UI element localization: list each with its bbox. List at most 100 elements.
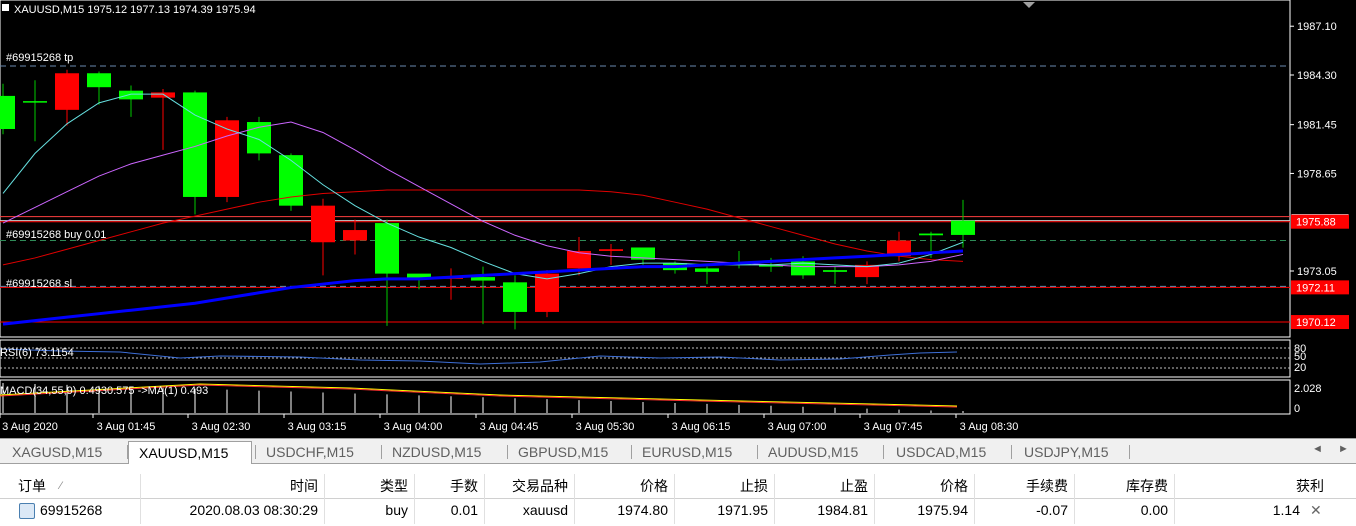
price-axis-label: 1987.10 <box>1297 21 1337 33</box>
candle-body[interactable] <box>471 277 495 281</box>
order-current-price: 1975.94 <box>917 502 968 518</box>
order-volume: 0.01 <box>450 502 478 518</box>
col-header-commission[interactable]: 手续费 <box>980 474 1068 498</box>
tab-gbpusd[interactable]: GBPUSD,M15 <box>508 441 618 463</box>
macd-axis-top: 2.028 <box>1294 383 1322 395</box>
candle-body[interactable] <box>183 92 207 197</box>
time-axis-label: 3 Aug 05:30 <box>576 421 635 433</box>
candle-body[interactable] <box>951 220 975 235</box>
symbol-marker-icon <box>2 4 9 11</box>
tab-nzdusd[interactable]: NZDUSD,M15 <box>382 441 491 463</box>
tab-usdcad[interactable]: USDCAD,M15 <box>886 441 996 463</box>
tab-scroll-right-icon[interactable]: ► <box>1338 443 1349 455</box>
rsi-label: RSI(6) 73.1154 <box>0 347 74 359</box>
col-header-sl[interactable]: 止损 <box>680 474 768 498</box>
tab-usdjpy[interactable]: USDJPY,M15 <box>1014 441 1119 463</box>
time-axis-label: 3 Aug 07:00 <box>768 421 827 433</box>
order-type: buy <box>385 502 408 518</box>
col-divider <box>140 474 141 524</box>
price-axis-label: 1978.65 <box>1297 168 1337 180</box>
rsi-axis-20: 20 <box>1294 362 1306 374</box>
col-divider <box>574 474 575 524</box>
order-ticket: 69915268 <box>40 502 103 518</box>
col-header-time[interactable]: 时间 <box>150 474 318 498</box>
time-axis-label: 3 Aug 04:45 <box>480 421 539 433</box>
col-header-order[interactable]: 订单 <box>18 474 46 498</box>
time-axis-label: 3 Aug 08:30 <box>960 421 1019 433</box>
col-divider <box>774 474 775 524</box>
buy-label: #69915268 buy 0.01 <box>6 229 106 241</box>
terminal-header-row: 订单 ⁄ 时间 类型 手数 交易品种 价格 止损 止盈 价格 手续费 库存费 获… <box>0 474 1356 499</box>
rsi-line <box>0 348 958 365</box>
col-header-swap[interactable]: 库存费 <box>1080 474 1168 498</box>
time-axis-label: 3 Aug 2020 <box>2 421 58 433</box>
col-header-symbol[interactable]: 交易品种 <box>490 474 568 498</box>
candle-body[interactable] <box>119 90 143 100</box>
time-axis-label: 3 Aug 07:45 <box>864 421 923 433</box>
ma-purple-line <box>2 121 964 268</box>
time-axis-label: 3 Aug 04:00 <box>384 421 443 433</box>
tab-xagusd[interactable]: XAGUSD,M15 <box>2 441 112 463</box>
macd-label: MACD(34,55,9) 0.4930.575 ->MA(1) 0.493 <box>0 385 208 397</box>
order-symbol: xauusd <box>522 502 568 518</box>
col-divider <box>1074 474 1075 524</box>
candle-body[interactable] <box>919 233 943 236</box>
time-axis-label: 3 Aug 03:15 <box>288 421 347 433</box>
col-divider <box>324 474 325 524</box>
tab-xauusd[interactable]: XAUUSD,M15 <box>128 441 252 465</box>
order-tp[interactable]: 1984.81 <box>780 498 868 522</box>
tab-usdchf[interactable]: USDCHF,M15 <box>256 441 364 463</box>
candle-body[interactable] <box>535 273 559 312</box>
candle-body[interactable] <box>247 122 271 154</box>
col-header-open-price[interactable]: 价格 <box>580 474 668 498</box>
candle-body[interactable] <box>695 268 719 272</box>
time-axis-label: 3 Aug 01:45 <box>97 421 156 433</box>
col-header-profit[interactable]: 获利 <box>1180 474 1324 498</box>
order-swap: 0.00 <box>1140 502 1168 518</box>
col-header-volume[interactable]: 手数 <box>420 474 478 498</box>
macd-axis-zero: 0 <box>1294 403 1300 415</box>
tab-divider <box>883 445 884 459</box>
order-time: 2020.08.03 08:30:29 <box>189 502 318 518</box>
col-divider <box>974 474 975 524</box>
candle-body[interactable] <box>375 223 399 274</box>
price-marker-low: 1970.12 <box>1296 317 1336 329</box>
time-axis-label: 3 Aug 02:30 <box>192 421 251 433</box>
tab-eurusd[interactable]: EURUSD,M15 <box>632 441 742 463</box>
col-divider <box>414 474 415 524</box>
candle-body[interactable] <box>311 205 335 243</box>
price-marker-buy: 1975.88 <box>1296 217 1336 229</box>
col-header-tp[interactable]: 止盈 <box>780 474 868 498</box>
price-chart[interactable]: XAUUSD,M15 1975.12 1977.13 1974.39 1975.… <box>0 0 1356 438</box>
candle-body[interactable] <box>87 73 111 88</box>
ma-cyan-line <box>2 93 964 280</box>
candle-body[interactable] <box>599 249 623 251</box>
candle-body[interactable] <box>503 282 527 312</box>
order-commission: -0.07 <box>1036 502 1068 518</box>
price-axis-label: 1973.05 <box>1297 266 1337 278</box>
candle-body[interactable] <box>23 101 47 103</box>
ma-red-line <box>2 189 964 266</box>
tab-audusd[interactable]: AUDUSD,M15 <box>758 441 868 463</box>
chart-header-quote: XAUUSD,M15 1975.12 1977.13 1974.39 1975.… <box>14 4 256 16</box>
col-divider <box>674 474 675 524</box>
tab-scroll-left-icon[interactable]: ◄ <box>1312 443 1323 455</box>
order-sl[interactable]: 1971.95 <box>680 498 768 522</box>
col-header-type[interactable]: 类型 <box>330 474 408 498</box>
col-divider <box>874 474 875 524</box>
tp-label: #69915268 tp <box>6 52 73 64</box>
candle-body[interactable] <box>55 73 79 110</box>
candle-body[interactable] <box>343 230 367 241</box>
chart-shift-icon[interactable] <box>1023 2 1035 8</box>
candle-body[interactable] <box>0 95 15 130</box>
candle-body[interactable] <box>151 92 175 98</box>
close-order-icon[interactable]: ✕ <box>1310 498 1322 522</box>
order-profit: 1.14 <box>1272 502 1300 518</box>
candle-body[interactable] <box>823 270 847 272</box>
time-axis-label: 3 Aug 06:15 <box>672 421 731 433</box>
chart-canvas[interactable]: XAUUSD,M15 1975.12 1977.13 1974.39 1975.… <box>0 0 1356 438</box>
col-header-price[interactable]: 价格 <box>880 474 968 498</box>
price-marker-sl: 1972.11 <box>1296 282 1335 294</box>
price-axis-label: 1981.45 <box>1297 120 1337 132</box>
order-row[interactable]: 69915268 2020.08.03 08:30:29 buy 0.01 xa… <box>0 498 1356 524</box>
